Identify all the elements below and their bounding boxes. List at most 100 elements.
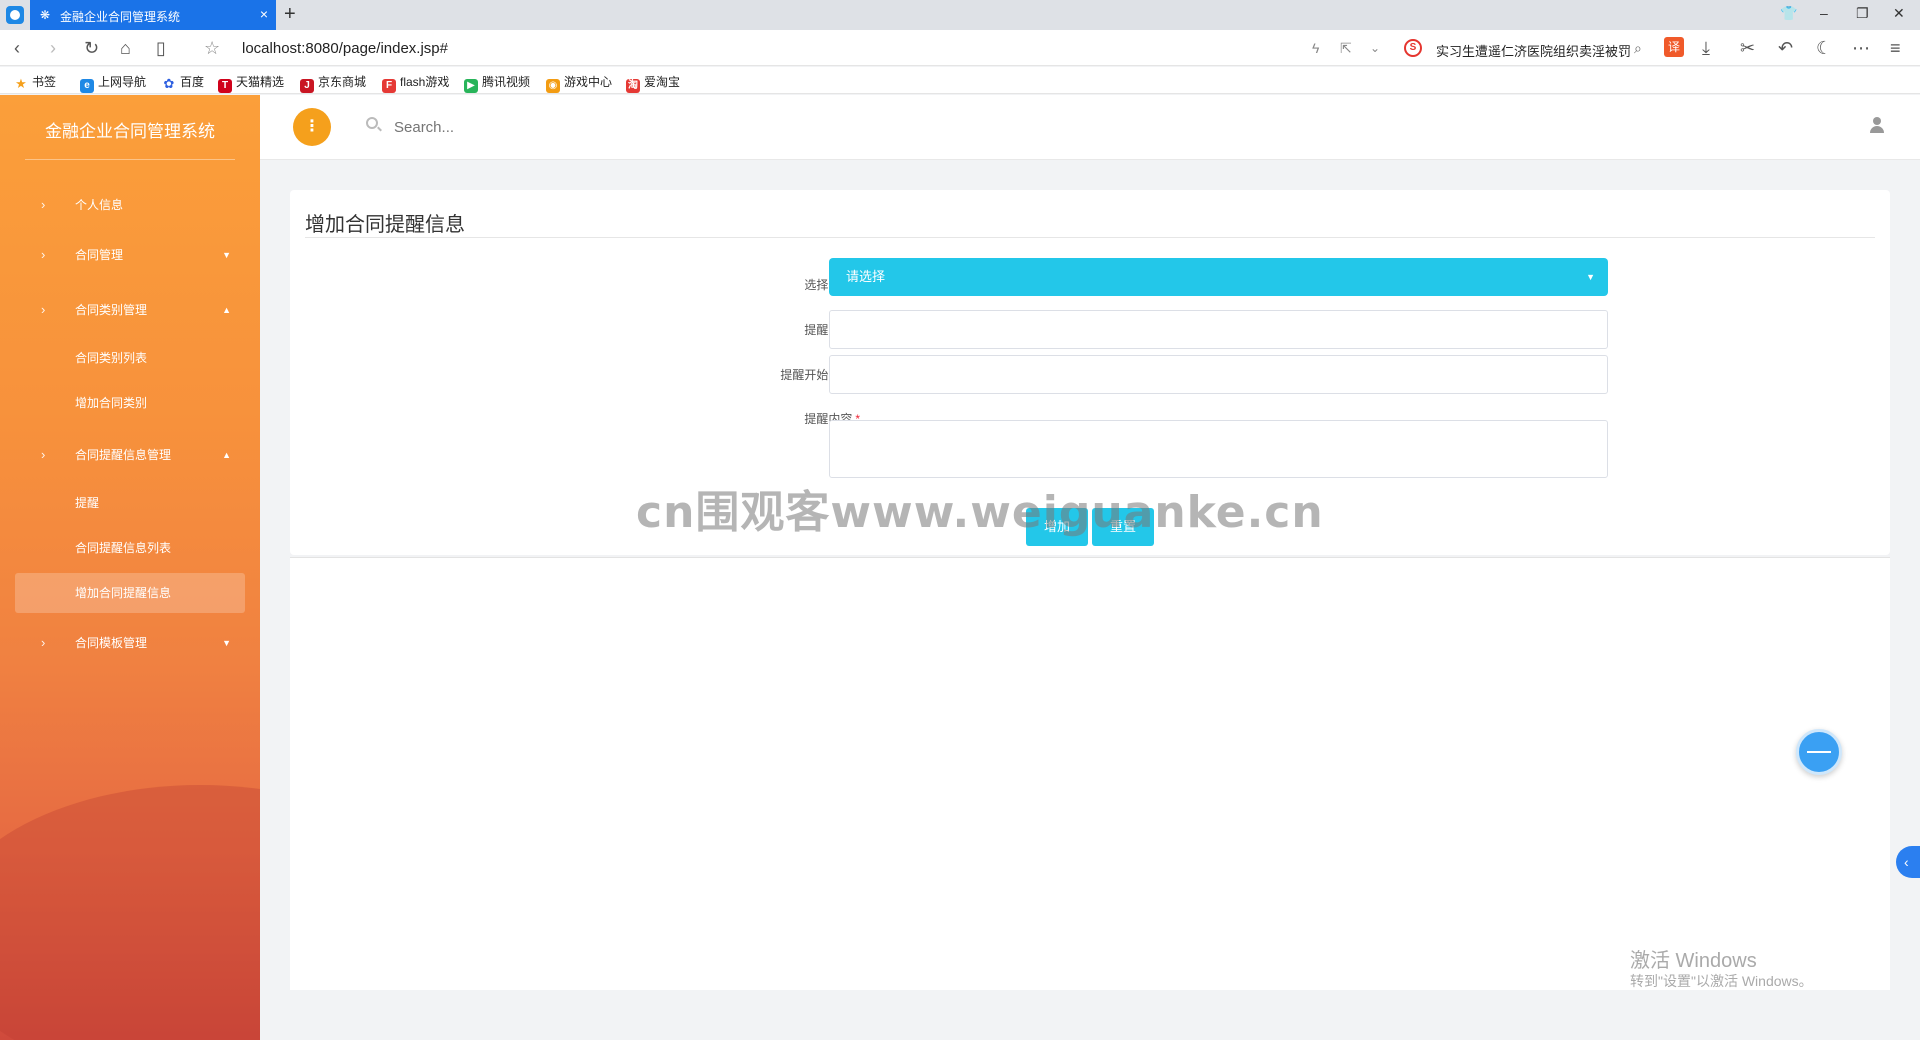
bookmark-label: 书签 [32, 75, 57, 89]
flash-icon: F [382, 79, 396, 93]
browser-logo-icon[interactable] [6, 6, 24, 24]
bookmark-label: 爱淘宝 [644, 75, 681, 89]
tencent-video-icon: ▶ [464, 79, 478, 93]
sidebar-subitem-reminder[interactable]: 提醒 [15, 483, 245, 523]
browser-tab-bar: ❋ 金融企业合同管理系统 × + 👕 – ❐ ✕ [0, 0, 1920, 30]
sogou-search-icon[interactable]: S [1404, 39, 1422, 57]
jd-icon: J [300, 79, 314, 93]
favorite-star-icon[interactable]: ☆ [204, 38, 220, 58]
reader-mode-icon[interactable]: ▯ [156, 38, 166, 58]
shirt-skin-icon[interactable]: 👕 [1780, 5, 1797, 22]
sidebar-subitem-category-list[interactable]: 合同类别列表 [15, 338, 245, 378]
user-icon-head [1873, 117, 1881, 125]
brand-divider [25, 159, 235, 160]
baidu-paw-icon: ✿ [163, 76, 175, 91]
windows-activation-subtitle: 转到"设置"以激活 Windows。 [1630, 973, 1813, 989]
chevron-right-icon: › [41, 447, 46, 462]
page-title: 增加合同提醒信息 [305, 214, 465, 236]
reload-icon[interactable]: ↻ [84, 38, 99, 58]
share-icon[interactable]: ⇱ [1340, 38, 1352, 58]
side-panel-toggle[interactable]: ‹ [1896, 846, 1920, 878]
chevron-down-icon[interactable]: ⌄ [1370, 38, 1380, 58]
menu-toggle-button[interactable]: ⋮ [293, 108, 331, 146]
sidebar-subitem-add-reminder[interactable]: 增加合同提醒信息 [15, 573, 245, 613]
tab-title: 金融企业合同管理系统 [60, 10, 181, 24]
lightning-icon[interactable]: ϟ [1312, 38, 1319, 58]
bookmark-item[interactable]: ★ 书签 [14, 73, 56, 91]
sidebar-item-label: 合同提醒信息管理 [75, 448, 172, 462]
chevron-right-icon: › [41, 247, 46, 262]
download-icon[interactable]: ⤓ [1702, 38, 1710, 58]
search-icon[interactable]: ⌕ [1634, 38, 1642, 58]
caret-up-icon: ▲ [222, 305, 231, 315]
bookmark-label: 京东商城 [318, 75, 367, 89]
back-icon[interactable]: ‹ [14, 38, 20, 58]
bookmark-label: 天猫精选 [236, 75, 285, 89]
chevron-right-icon: › [41, 197, 46, 212]
reminder-content-textarea[interactable] [829, 420, 1608, 478]
sidebar-subitem-label: 合同提醒信息列表 [75, 541, 172, 555]
app-brand[interactable]: 金融企业合同管理系统 [0, 117, 260, 142]
watermark: cn围观客www.weiguanke.cn [636, 487, 1324, 538]
reminder-name-input[interactable] [829, 310, 1608, 349]
window-close-icon[interactable]: ✕ [1893, 5, 1905, 22]
bookmark-item[interactable]: T 天猫精选 [218, 73, 284, 93]
e-icon: e [80, 79, 94, 93]
sidebar-item-label: 合同类别管理 [75, 303, 148, 317]
bookmark-item[interactable]: ▶ 腾讯视频 [464, 73, 530, 93]
bookmark-label: 上网导航 [98, 75, 147, 89]
star-icon: ★ [15, 76, 27, 91]
maximize-icon[interactable]: ❐ [1856, 5, 1869, 22]
bookmark-item[interactable]: ✿ 百度 [162, 73, 204, 91]
contract-select[interactable]: 请选择 ▼ [829, 258, 1608, 296]
bookmark-item[interactable]: Fflash游戏 [382, 73, 449, 93]
scissors-icon[interactable]: ✂ [1740, 38, 1755, 58]
bookmark-label: 百度 [180, 75, 205, 89]
search-icon [366, 117, 378, 129]
news-ticker[interactable]: 实习生遭遥仁济医院组织卖淫被罚 [1436, 41, 1630, 60]
sidebar-subitem-label: 合同类别列表 [75, 351, 148, 365]
user-icon[interactable] [1870, 117, 1884, 133]
forward-icon[interactable]: › [50, 38, 56, 58]
address-bar[interactable]: localhost:8080/page/index.jsp# [242, 40, 448, 57]
caret-down-icon: ▼ [222, 638, 231, 648]
bookmark-item[interactable]: e 上网导航 [80, 73, 146, 93]
contract-select-value: 请选择 [846, 269, 886, 284]
title-divider [305, 237, 1875, 238]
search-input[interactable] [394, 115, 694, 139]
user-icon-body [1870, 126, 1884, 133]
minimize-icon[interactable]: – [1820, 5, 1828, 21]
sidebar-subitem-reminder-list[interactable]: 合同提醒信息列表 [15, 528, 245, 568]
sidebar-subitem-label: 提醒 [75, 496, 100, 510]
sidebar-subitem-label: 增加合同类别 [75, 396, 148, 410]
new-tab-button[interactable]: + [284, 3, 296, 26]
menu-icon[interactable]: ≡ [1890, 38, 1901, 58]
game-center-icon: ◉ [546, 79, 560, 93]
sidebar-item-contract-category-management[interactable]: › 合同类别管理 ▲ [15, 290, 245, 330]
tab-close-icon[interactable]: × [260, 6, 268, 22]
more-icon[interactable]: ⋯ [1852, 38, 1870, 58]
bookmark-item[interactable]: J 京东商城 [300, 73, 366, 93]
sidebar-item-personal-info[interactable]: › 个人信息 [15, 185, 245, 225]
sidebar-item-contract-management[interactable]: › 合同管理 ▼ [15, 235, 245, 275]
floating-assistant-button[interactable] [1796, 729, 1842, 775]
caret-down-icon: ▼ [1586, 272, 1595, 282]
reminder-start-time-input[interactable] [829, 355, 1608, 394]
browser-tab[interactable]: ❋ 金融企业合同管理系统 × [30, 0, 276, 30]
translate-button[interactable]: 译 [1664, 37, 1684, 57]
night-mode-icon[interactable]: ☾ [1816, 38, 1832, 58]
sidebar: 金融企业合同管理系统 › 个人信息 › 合同管理 ▼ › 合同类别管理 ▲ 合同… [0, 95, 260, 1040]
empty-content-area [290, 557, 1890, 990]
home-icon[interactable]: ⌂ [120, 38, 131, 58]
aitaobao-icon: 淘 [626, 79, 640, 93]
sidebar-item-reminder-management[interactable]: › 合同提醒信息管理 ▲ [15, 435, 245, 475]
bookmark-label: 腾讯视频 [482, 75, 531, 89]
chevron-right-icon: › [41, 635, 46, 650]
sidebar-subitem-add-category[interactable]: 增加合同类别 [15, 383, 245, 423]
undo-icon[interactable]: ↶ [1778, 38, 1793, 58]
bookmark-item[interactable]: ◉ 游戏中心 [546, 73, 612, 93]
bookmark-item[interactable]: 淘爱淘宝 [626, 73, 680, 93]
bookmark-label: flash游戏 [400, 75, 450, 89]
tmall-icon: T [218, 79, 232, 93]
sidebar-item-template-management[interactable]: › 合同模板管理 ▼ [15, 623, 245, 663]
